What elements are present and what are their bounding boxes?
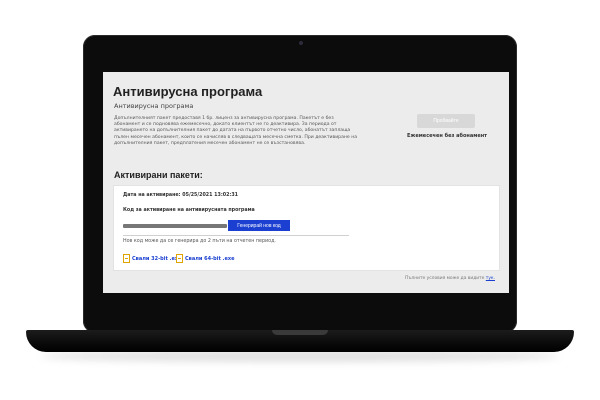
download-64bit-link[interactable]: Свали 64-bit .exe: [176, 254, 234, 263]
file-icon: [176, 254, 183, 263]
download-64bit-label: Свали 64-bit .exe: [185, 255, 235, 262]
terms-note: Пълните условия може да видите тук.: [405, 276, 495, 281]
activation-date: Дата на активиране: 05/25/2021 13:02:31: [123, 193, 239, 198]
terms-link[interactable]: тук.: [486, 276, 495, 281]
package-description: Допълнителният пакет предоставя 1 бр. ли…: [114, 116, 358, 146]
page-title: Антивирусна програма: [113, 84, 263, 99]
activation-code-label: Код за активиране на антивирусната прогр…: [123, 208, 255, 213]
laptop-base: [26, 330, 574, 352]
new-code-note: Нов код може да се генерира до 2 пъти на…: [123, 239, 276, 244]
antivirus-page: Антивирусна програма Антивирусна програм…: [103, 72, 509, 293]
divider: [123, 235, 349, 236]
download-32bit-link[interactable]: Свали 32-bit .exe: [123, 254, 181, 263]
try-button[interactable]: Пробвайте: [417, 114, 475, 128]
activation-code-value: [123, 224, 227, 228]
download-32bit-label: Свали 32-bit .exe: [132, 255, 182, 262]
generate-code-button[interactable]: Генерирай нов код: [228, 220, 290, 231]
activated-packages-title: Активирани пакети:: [114, 170, 203, 180]
package-card: Дата на активиране: 05/25/2021 13:02:31 …: [113, 185, 500, 271]
monthly-label: Ежемесечен без абонамент: [406, 133, 488, 139]
file-icon: [123, 254, 130, 263]
laptop-notch: [272, 330, 328, 335]
page-subtitle: Антивирусна програма: [114, 102, 194, 110]
camera-icon: [299, 41, 303, 45]
terms-text: Пълните условия може да видите: [405, 276, 485, 281]
